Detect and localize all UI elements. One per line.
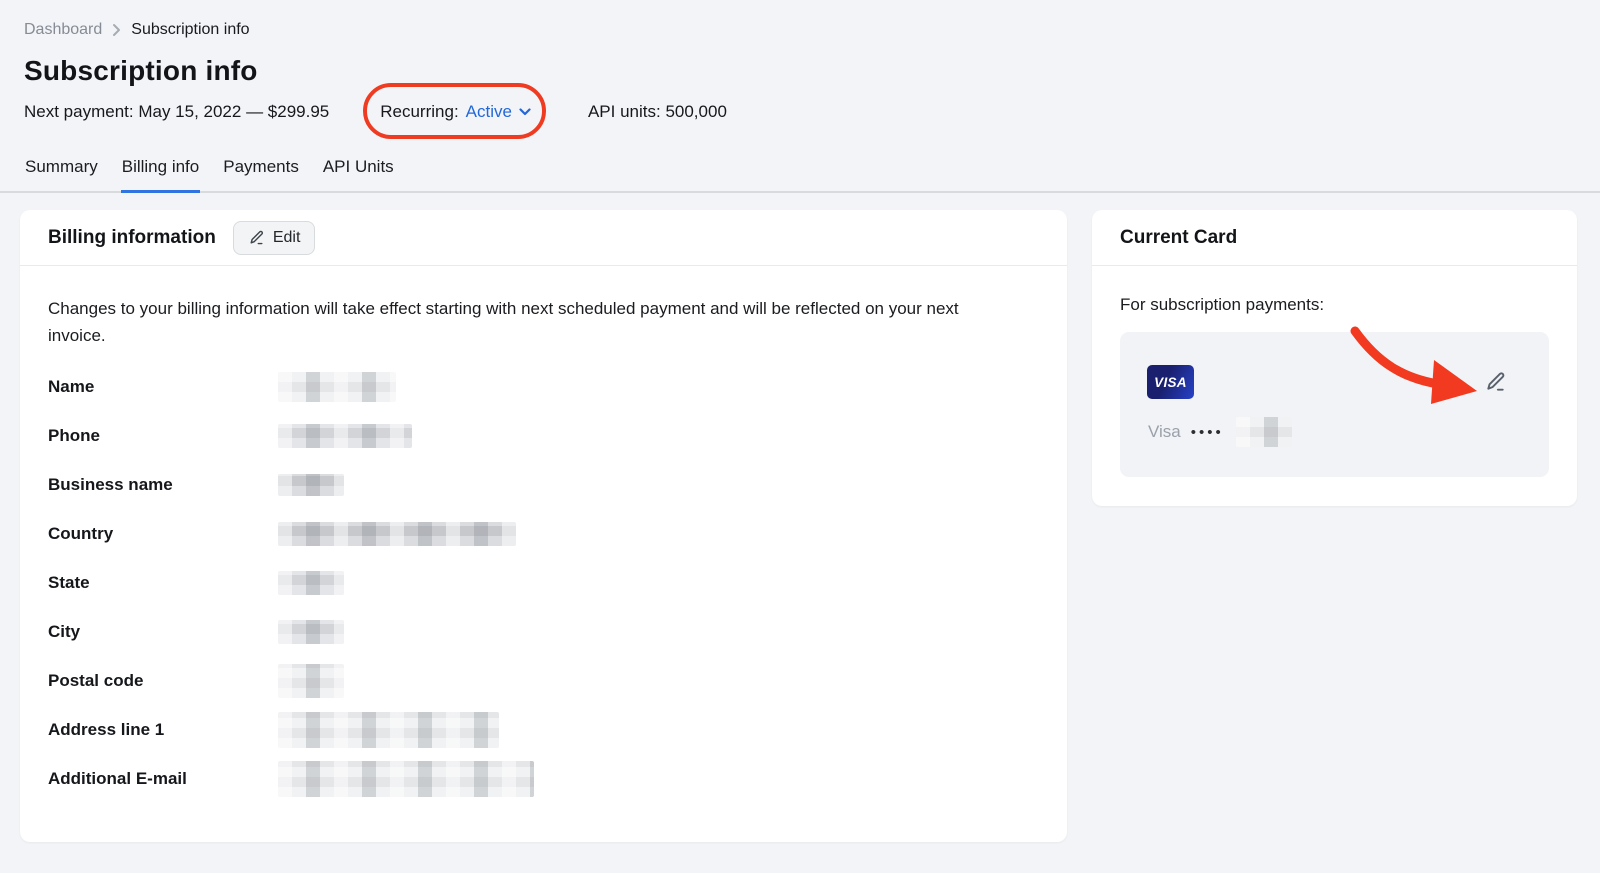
redacted-value — [278, 664, 344, 698]
current-card-body: For subscription payments: VISA Visa •••… — [1092, 266, 1577, 477]
edit-billing-button[interactable]: Edit — [233, 221, 316, 255]
billing-description: Changes to your billing information will… — [48, 295, 978, 349]
edit-button-label: Edit — [273, 229, 301, 247]
field-label: State — [48, 573, 278, 593]
recurring-dropdown[interactable]: Recurring: Active — [380, 102, 531, 122]
card-brand-text: Visa — [1148, 422, 1181, 442]
recurring-label: Recurring: — [380, 102, 458, 122]
tab-billing-info[interactable]: Billing info — [121, 153, 201, 193]
api-units-text: API units: 500,000 — [588, 102, 727, 122]
tab-payments[interactable]: Payments — [222, 153, 300, 191]
redacted-value — [278, 620, 344, 644]
field-row-phone: Phone — [48, 411, 1039, 460]
tab-summary[interactable]: Summary — [24, 153, 99, 191]
next-payment-text: Next payment: May 15, 2022 — $299.95 — [24, 102, 329, 122]
breadcrumb-dashboard-link[interactable]: Dashboard — [24, 21, 102, 39]
pencil-icon — [248, 229, 265, 246]
field-label: Address line 1 — [48, 720, 278, 740]
field-label: City — [48, 622, 278, 642]
subscription-info-row: Next payment: May 15, 2022 — $299.95 Rec… — [24, 102, 727, 122]
card-masked-digits: •••• — [1191, 424, 1224, 441]
breadcrumb: Dashboard Subscription info — [24, 21, 250, 39]
billing-information-card: Billing information Edit Changes to your… — [20, 210, 1067, 842]
redacted-value — [278, 761, 534, 797]
redacted-card-digits — [1236, 417, 1292, 447]
field-label: Business name — [48, 475, 278, 495]
redacted-value — [278, 712, 499, 748]
field-label: Additional E-mail — [48, 769, 278, 789]
visa-logo: VISA — [1147, 365, 1194, 399]
page-title: Subscription info — [24, 55, 258, 87]
field-row-address-line-1: Address line 1 — [48, 705, 1039, 754]
field-row-postal-code: Postal code — [48, 656, 1039, 705]
current-card-title: Current Card — [1120, 227, 1237, 249]
billing-card-body: Changes to your billing information will… — [20, 266, 1067, 803]
redacted-value — [278, 571, 344, 595]
breadcrumb-current: Subscription info — [131, 21, 249, 39]
tab-api-units[interactable]: API Units — [322, 153, 395, 191]
field-label: Name — [48, 377, 278, 397]
field-row-additional-email: Additional E-mail — [48, 754, 1039, 803]
field-row-business-name: Business name — [48, 460, 1039, 509]
visa-logo-text: VISA — [1154, 375, 1187, 390]
current-card-subtitle: For subscription payments: — [1120, 295, 1549, 315]
edit-card-button[interactable] — [1484, 370, 1507, 393]
current-card-panel: Current Card For subscription payments: … — [1092, 210, 1577, 506]
field-row-country: Country — [48, 509, 1039, 558]
redacted-value — [278, 424, 412, 448]
redacted-value — [278, 522, 516, 546]
recurring-status-value: Active — [466, 102, 512, 122]
field-row-state: State — [48, 558, 1039, 607]
field-row-city: City — [48, 607, 1039, 656]
field-row-name: Name — [48, 362, 1039, 411]
redacted-value — [278, 372, 396, 402]
tab-bar: Summary Billing info Payments API Units — [0, 153, 1600, 193]
field-label: Country — [48, 524, 278, 544]
redacted-value — [278, 474, 344, 496]
chevron-right-icon — [112, 23, 121, 37]
current-card-header: Current Card — [1092, 210, 1577, 266]
field-label: Phone — [48, 426, 278, 446]
chevron-down-icon — [519, 108, 531, 116]
payment-card-box: VISA Visa •••• — [1120, 332, 1549, 477]
billing-card-header: Billing information Edit — [20, 210, 1067, 266]
card-number-line: Visa •••• — [1148, 417, 1292, 447]
billing-card-title: Billing information — [48, 227, 216, 249]
field-label: Postal code — [48, 671, 278, 691]
